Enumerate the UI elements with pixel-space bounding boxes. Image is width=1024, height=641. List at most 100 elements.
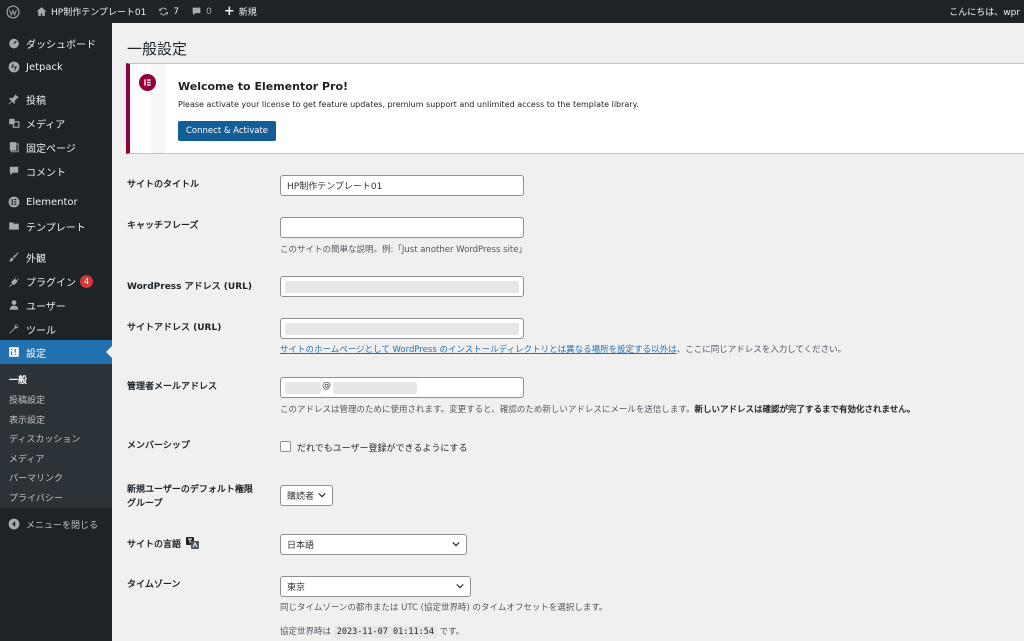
sidebar-item-users[interactable]: ユーザー	[0, 293, 112, 317]
sidebar-item-elementor[interactable]: Elementor	[0, 190, 112, 214]
admin-bar: HP制作テンプレート01 7 0 + 新規 こんにちは、wpr	[0, 0, 1024, 23]
utc-time-value: 2023-11-07 01:11:54	[333, 626, 437, 638]
sidebar-item-label: ツール	[26, 325, 56, 337]
email-at-sign: @	[322, 381, 331, 391]
notice-text: Please activate your license to get feat…	[178, 100, 639, 109]
settings-icon	[7, 345, 21, 359]
sidebar-item-label: ユーザー	[26, 301, 66, 313]
chevron-down-icon	[456, 582, 464, 592]
site-name-menu[interactable]: HP制作テンプレート01	[30, 0, 152, 23]
tagline-label: キャッチフレーズ	[127, 221, 199, 231]
sidebar-item-jetpack[interactable]: Jetpack	[0, 55, 112, 79]
sidebar-item-appearance[interactable]: 外観	[0, 245, 112, 269]
site-url-help-link[interactable]: サイトのホームページとして WordPress のインストールディレクトリとは異…	[280, 345, 677, 355]
sidebar-item-label: ダッシュボード	[26, 39, 96, 51]
submenu-permalinks[interactable]: パーマリンク	[9, 471, 63, 484]
tagline-description: このサイトの簡単な説明。例:「Just another WordPress si…	[280, 245, 527, 255]
collapse-menu-label: メニューを閉じる	[26, 520, 99, 531]
elementor-logo-icon	[139, 74, 156, 91]
wp-logo-menu[interactable]	[0, 0, 30, 23]
plugin-icon	[7, 274, 21, 288]
submenu-writing[interactable]: 投稿設定	[9, 393, 45, 406]
site-url-description-rest: 、ここに同じアドレスを入力してください。	[676, 345, 847, 355]
media-icon	[7, 116, 21, 130]
translation-icon	[186, 537, 200, 554]
sidebar-item-pages[interactable]: 固定ページ	[0, 135, 112, 159]
admin-email-label: 管理者メールアドレス	[127, 382, 218, 392]
site-language-select[interactable]: 日本語	[280, 534, 467, 555]
new-content-menu[interactable]: + 新規	[218, 0, 263, 23]
sidebar-item-label: 固定ページ	[26, 143, 76, 155]
elementor-pro-notice: Welcome to Elementor Pro! Please activat…	[126, 63, 1024, 154]
redacted-email-domain	[333, 382, 417, 394]
site-url-input[interactable]	[280, 318, 524, 339]
admin-email-description: このアドレスは管理のために使用されます。変更すると、確認のため新しいアドレスにメ…	[280, 403, 915, 415]
utc-time-line: 協定世界時は 2023-11-07 01:11:54 です。	[280, 625, 464, 638]
submenu-privacy[interactable]: プライバシー	[9, 491, 63, 504]
tagline-input[interactable]	[280, 217, 524, 238]
wordpress-url-input[interactable]	[280, 276, 524, 297]
updates-menu[interactable]: 7	[152, 0, 185, 23]
membership-checkbox[interactable]	[280, 441, 291, 452]
admin-sidebar: ダッシュボード Jetpack 投稿 メディア 固定ページ コメント Eleme…	[0, 23, 112, 641]
admin-email-description-bold: 新しいアドレスは確認が完了するまで有効化されません。	[694, 405, 916, 415]
dashboard-icon	[7, 36, 21, 50]
redacted-email-user	[285, 382, 321, 394]
wrench-icon	[7, 322, 21, 336]
sidebar-item-plugins[interactable]: プラグイン 4	[0, 269, 112, 293]
sidebar-item-label: 設定	[26, 348, 46, 360]
sidebar-item-posts[interactable]: 投稿	[0, 87, 112, 111]
sidebar-item-label: メディア	[26, 119, 66, 131]
sidebar-item-tools[interactable]: ツール	[0, 317, 112, 341]
membership-checkbox-label[interactable]: だれでもユーザー登録ができるようにする	[297, 441, 467, 454]
account-greeting[interactable]: こんにちは、wpr	[949, 5, 1020, 18]
settings-submenu: 一般 投稿設定 表示設定 ディスカッション メディア パーマリンク プライバシー	[0, 364, 112, 508]
comments-menu[interactable]: 0	[185, 0, 218, 23]
membership-label: メンバーシップ	[127, 441, 190, 451]
sidebar-item-dashboard[interactable]: ダッシュボード	[0, 31, 112, 55]
brush-icon	[7, 250, 21, 264]
plugin-update-badge: 4	[80, 274, 93, 288]
timezone-label: タイムゾーン	[127, 580, 181, 590]
connect-activate-button[interactable]: Connect & Activate	[178, 121, 277, 141]
user-icon	[7, 298, 21, 312]
submenu-discussion[interactable]: ディスカッション	[9, 432, 80, 445]
site-language-label-text: サイトの言語	[127, 540, 182, 550]
collapse-arrow-icon	[7, 517, 21, 531]
utc-prefix: 協定世界時は	[280, 627, 332, 637]
sidebar-item-label: プラグイン	[26, 277, 76, 289]
wordpress-url-label: WordPress アドレス (URL)	[127, 282, 252, 292]
chevron-down-icon	[318, 491, 326, 501]
timezone-value: 東京	[287, 583, 306, 593]
sidebar-item-media[interactable]: メディア	[0, 111, 112, 135]
sidebar-item-label: 投稿	[26, 95, 46, 107]
default-role-value: 購読者	[287, 492, 315, 502]
updates-icon	[158, 6, 169, 17]
redacted-url	[285, 323, 519, 335]
admin-email-description-text: このアドレスは管理のために使用されます。変更すると、確認のため新しいアドレスにメ…	[280, 405, 695, 415]
collapse-menu-button[interactable]: メニューを閉じる	[0, 512, 112, 536]
site-language-value: 日本語	[287, 541, 315, 551]
default-role-select[interactable]: 購読者	[280, 485, 333, 506]
updates-count: 7	[173, 6, 180, 17]
submenu-media[interactable]: メディア	[9, 452, 44, 465]
submenu-reading[interactable]: 表示設定	[9, 413, 45, 426]
submenu-general[interactable]: 一般	[9, 373, 27, 386]
comments-count: 0	[206, 6, 212, 17]
site-name: HP制作テンプレート01	[51, 8, 147, 18]
sidebar-item-comments[interactable]: コメント	[0, 159, 112, 183]
sidebar-item-label: Jetpack	[26, 61, 63, 73]
sidebar-item-label: Elementor	[26, 196, 78, 208]
admin-email-input[interactable]: @	[280, 377, 524, 398]
timezone-select[interactable]: 東京	[280, 576, 471, 597]
site-url-label: サイトアドレス (URL)	[127, 323, 222, 333]
sidebar-item-label: 外観	[26, 253, 46, 265]
sidebar-item-templates[interactable]: テンプレート	[0, 214, 112, 238]
wordpress-logo-icon	[6, 4, 20, 19]
sidebar-item-settings[interactable]: 設定	[0, 340, 112, 364]
site-title-input[interactable]: HP制作テンプレート01	[280, 175, 524, 196]
elementor-icon	[7, 195, 21, 209]
sidebar-item-label: コメント	[26, 167, 66, 179]
site-language-label: サイトの言語	[127, 537, 200, 554]
default-role-label-line1: 新規ユーザーのデフォルト権限	[127, 485, 253, 495]
